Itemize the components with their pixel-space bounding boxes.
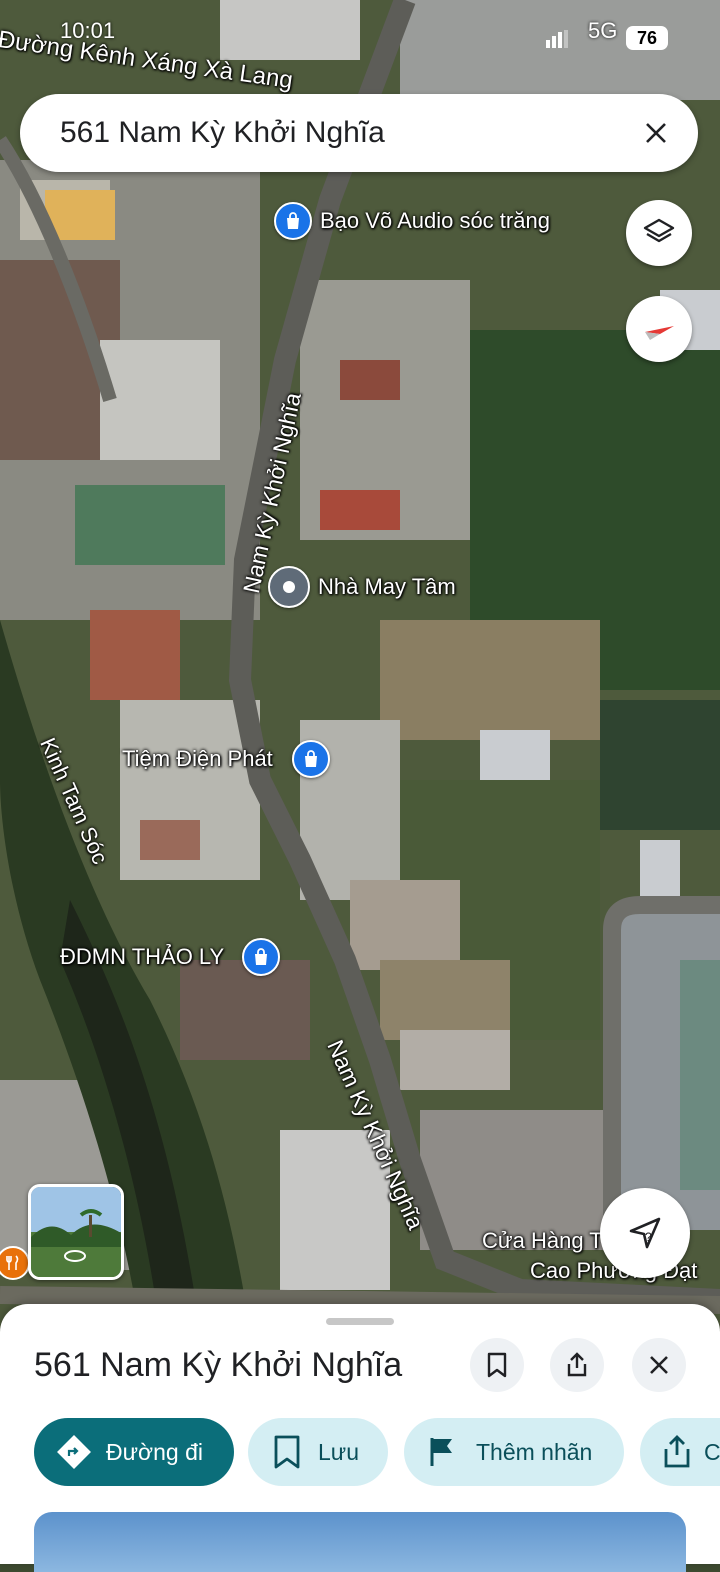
compass-button[interactable] bbox=[626, 296, 692, 362]
bookmark-icon bbox=[487, 1352, 507, 1378]
share-icon bbox=[664, 1435, 690, 1468]
signal-icon bbox=[546, 30, 568, 53]
navigation-arrow-icon: ? bbox=[629, 1217, 661, 1249]
poi-label-ddmn-thao-ly[interactable]: ĐDMN THẢO LY bbox=[60, 944, 224, 970]
share-chip[interactable]: C bbox=[640, 1418, 720, 1486]
save-chip[interactable]: Lưu bbox=[248, 1418, 388, 1486]
shopping-bag-icon[interactable] bbox=[242, 938, 280, 976]
compass-icon bbox=[645, 326, 674, 340]
poi-label-bao-vo[interactable]: Bạo Võ Audio sóc trăng bbox=[320, 208, 550, 234]
360-rotate-icon bbox=[63, 1249, 87, 1268]
save-button[interactable] bbox=[470, 1338, 524, 1392]
save-label: Lưu bbox=[318, 1438, 359, 1465]
location-pin-icon[interactable] bbox=[268, 566, 310, 608]
share-icon bbox=[567, 1352, 587, 1377]
drag-handle[interactable] bbox=[326, 1318, 394, 1325]
share-chip-label: C bbox=[704, 1438, 720, 1465]
shopping-bag-icon[interactable] bbox=[274, 202, 312, 240]
close-icon[interactable] bbox=[636, 113, 676, 153]
close-sheet-button[interactable] bbox=[632, 1338, 686, 1392]
place-title: 561 Nam Kỳ Khởi Nghĩa bbox=[34, 1346, 403, 1384]
directions-fab[interactable]: ? bbox=[600, 1188, 690, 1278]
street-view-thumbnail[interactable] bbox=[28, 1184, 124, 1280]
poi-label-nha-may-tam[interactable]: Nhà May Tâm bbox=[318, 574, 456, 600]
shopping-bag-icon[interactable] bbox=[292, 740, 330, 778]
satellite-map[interactable]: 10:01 5G 76 Đường Kênh Xáng Xà Lang Nam … bbox=[0, 0, 720, 1330]
place-bottom-sheet[interactable]: 561 Nam Kỳ Khởi Nghĩa Đường đi Lưu Thêm … bbox=[0, 1304, 720, 1572]
poi-label-cua-hang[interactable]: Cửa Hàng T bbox=[482, 1228, 603, 1254]
directions-icon bbox=[57, 1435, 91, 1469]
layers-icon bbox=[643, 218, 675, 243]
network-type: 5G bbox=[588, 18, 618, 43]
flag-icon bbox=[430, 1438, 452, 1466]
battery-indicator: 76 bbox=[626, 26, 668, 50]
search-query[interactable]: 561 Nam Kỳ Khởi Nghĩa bbox=[60, 116, 385, 150]
add-label-label: Thêm nhãn bbox=[476, 1438, 593, 1465]
directions-button[interactable]: Đường đi bbox=[34, 1418, 234, 1486]
share-button[interactable] bbox=[550, 1338, 604, 1392]
search-bar[interactable]: 561 Nam Kỳ Khởi Nghĩa bbox=[20, 94, 698, 172]
layers-button[interactable] bbox=[626, 200, 692, 266]
bookmark-icon bbox=[274, 1435, 300, 1469]
close-icon bbox=[650, 1356, 668, 1374]
add-label-chip[interactable]: Thêm nhãn bbox=[404, 1418, 624, 1486]
directions-label: Đường đi bbox=[106, 1438, 203, 1465]
place-photo[interactable] bbox=[34, 1512, 686, 1572]
poi-label-tiem-dien-phat[interactable]: Tiệm Điện Phát bbox=[122, 746, 273, 772]
svg-text:?: ? bbox=[645, 1230, 652, 1244]
